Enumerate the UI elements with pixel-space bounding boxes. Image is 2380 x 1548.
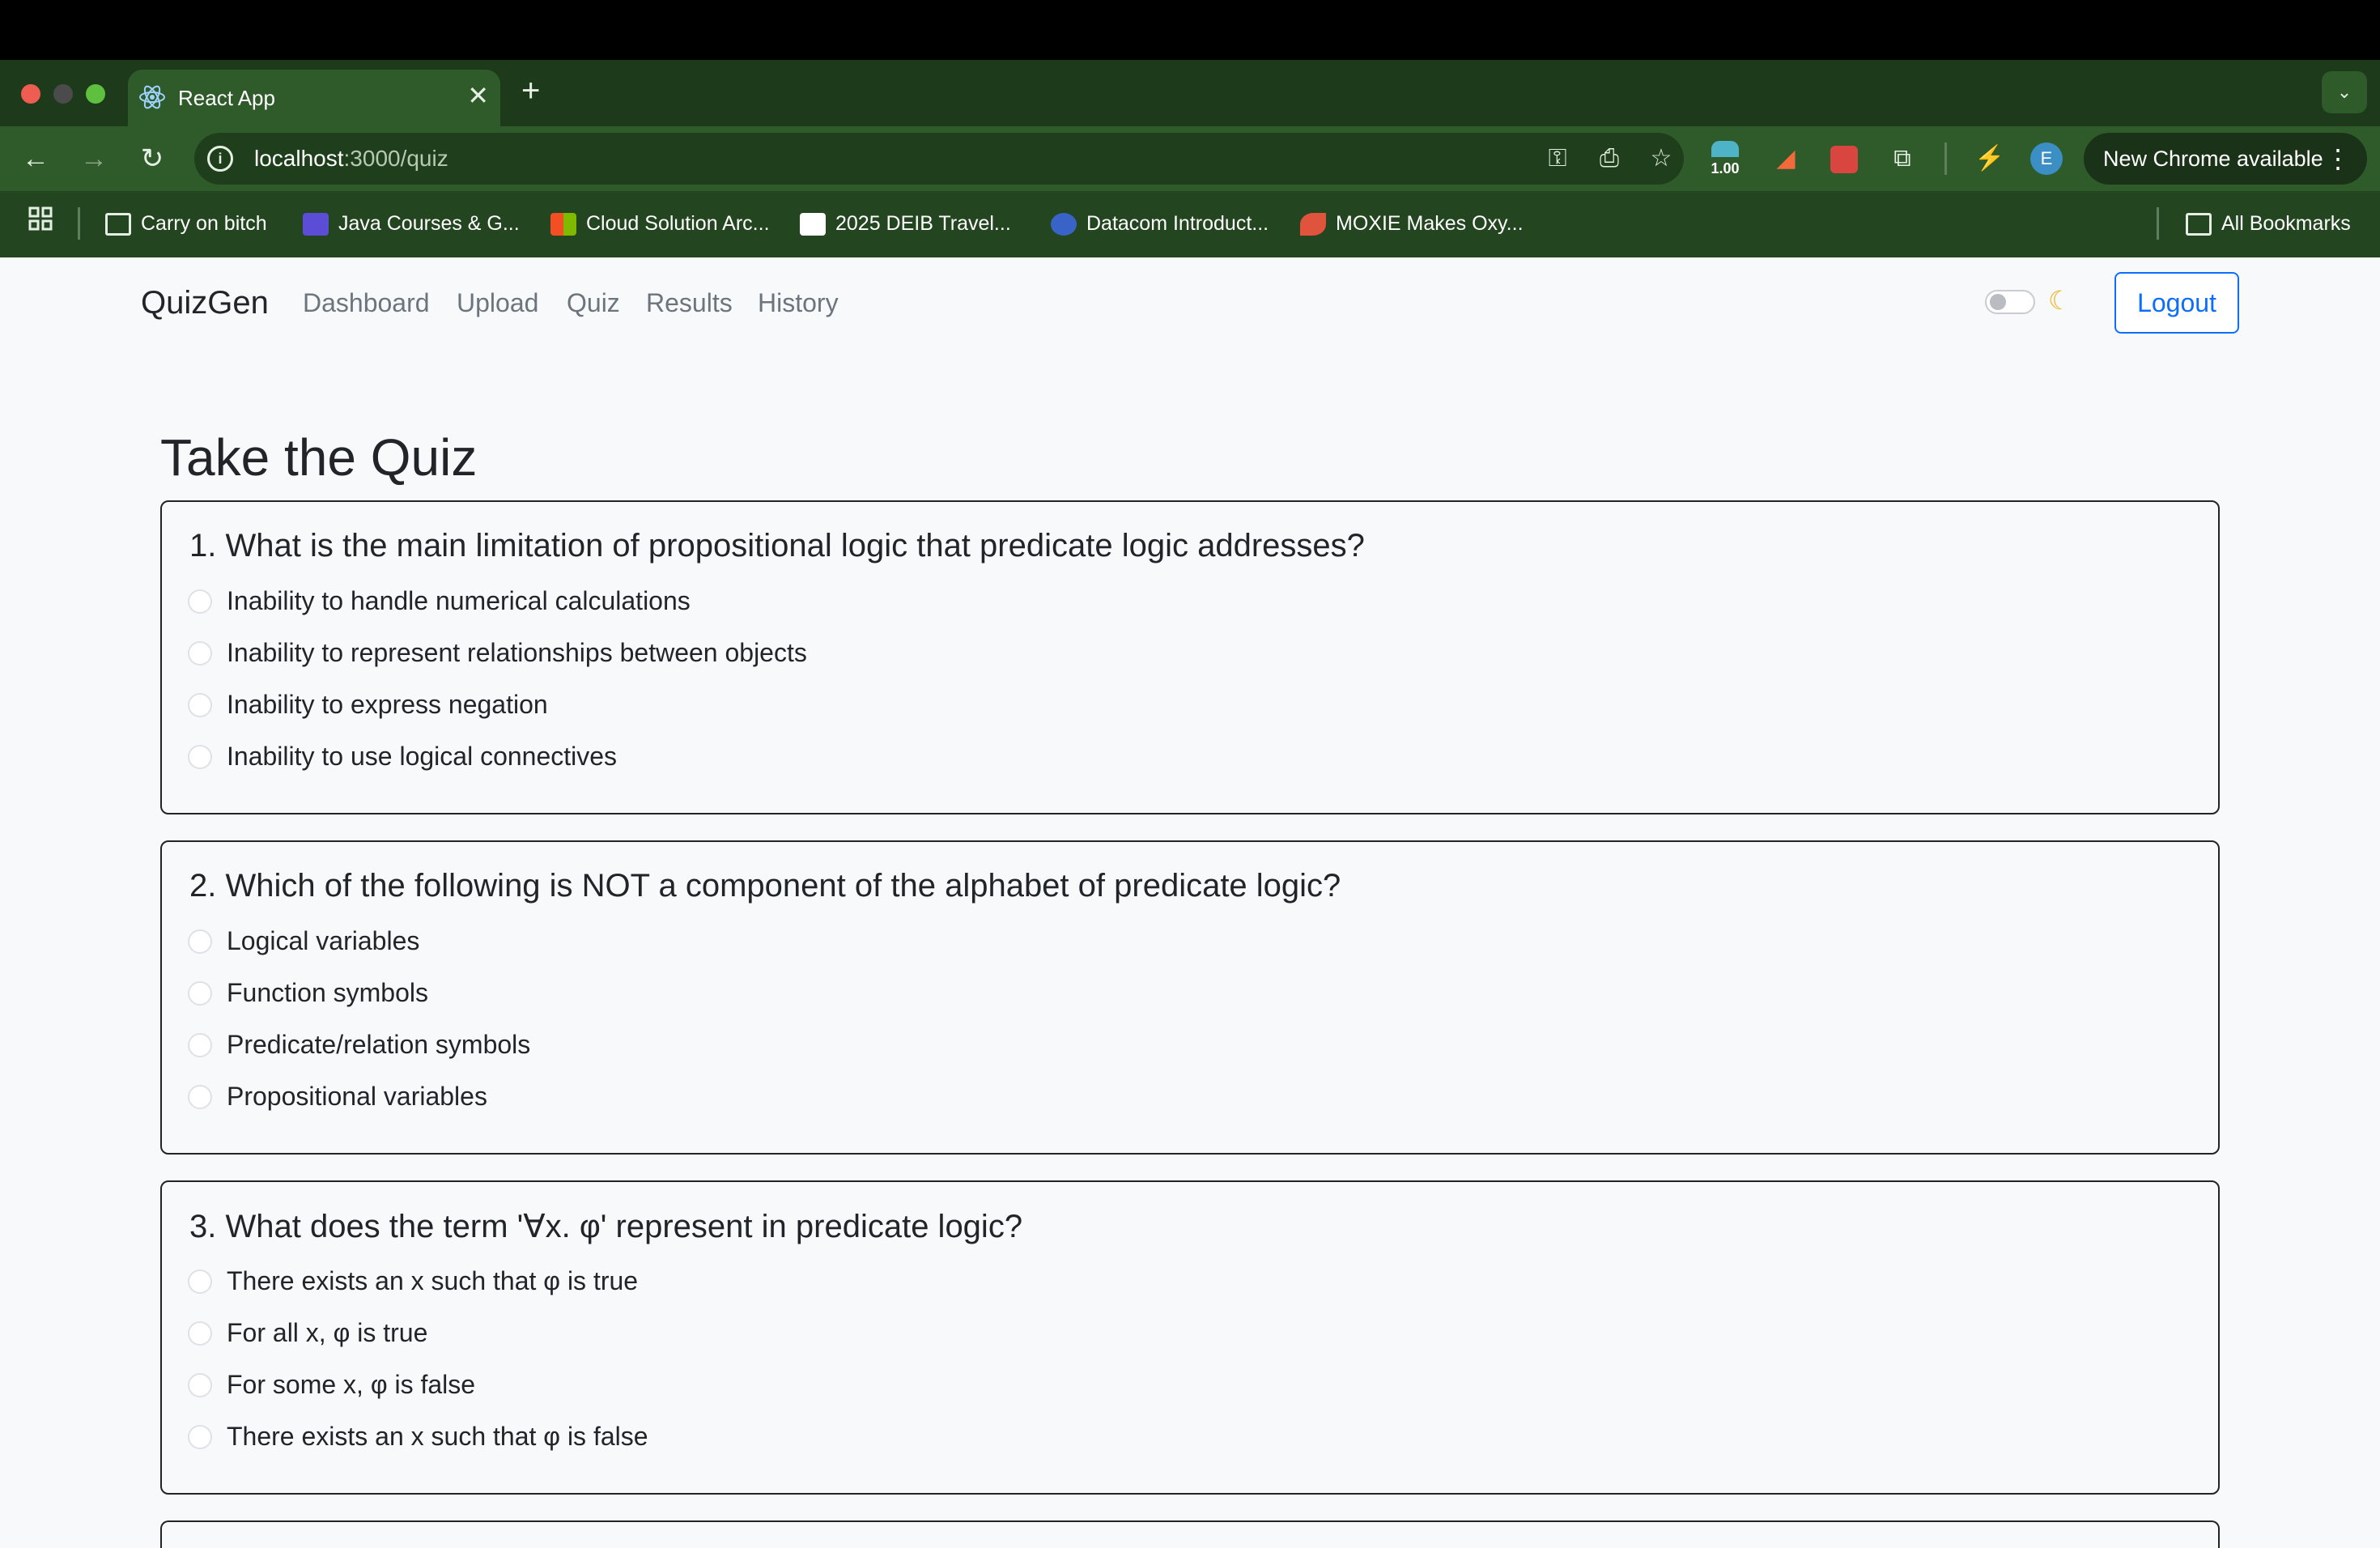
folder-icon [105, 213, 131, 236]
close-window-button[interactable] [21, 84, 40, 104]
question-card: 2. Which of the following is NOT a compo… [160, 840, 2220, 1155]
extension-counter-icon[interactable]: 1.00 [1706, 136, 1744, 181]
apps-grid-icon[interactable] [28, 206, 53, 238]
question-card: 1. What is the main limitation of propos… [160, 500, 2220, 814]
rocket-icon [1300, 213, 1326, 236]
close-tab-icon[interactable]: ✕ [467, 81, 489, 110]
toolbar: ← → ↻ i localhost:3000/quiz ⚿ ⎙ ☆ 1.00 ◢… [0, 126, 2380, 191]
bookmark-item[interactable]: Datacom Introduct... [1051, 207, 1269, 240]
radio-button[interactable] [188, 745, 212, 769]
bookmark-item[interactable]: Java Courses & G... [303, 207, 520, 240]
radio-button[interactable] [188, 1425, 212, 1449]
radio-button[interactable] [188, 981, 212, 1006]
microsoft-icon [550, 213, 576, 236]
folder-icon [2186, 213, 2212, 236]
bookmarks-bar: Carry on bitch Java Courses & G... Cloud… [0, 191, 2380, 257]
question-card: 3. What does the term '∀x. φ' represent … [160, 1180, 2220, 1495]
install-app-icon[interactable]: ⎙ [1593, 142, 1626, 175]
maximize-window-button[interactable] [86, 84, 105, 104]
bookmarks-divider [78, 207, 80, 240]
logout-button[interactable]: Logout [2114, 272, 2239, 334]
radio-button[interactable] [188, 1085, 212, 1109]
bookmark-item[interactable]: MOXIE Makes Oxy... [1300, 207, 1524, 240]
profile-avatar[interactable]: E [2030, 142, 2063, 175]
site-info-icon[interactable]: i [207, 146, 233, 172]
moon-icon: ☾ [2048, 286, 2072, 315]
password-key-icon[interactable]: ⚿ [1541, 142, 1574, 175]
question-text: 1. What is the main limitation of propos… [189, 528, 1365, 563]
extensions-puzzle-icon[interactable]: ⧉ [1883, 139, 1922, 178]
doc-icon [800, 213, 826, 236]
nav-link-history[interactable]: History [758, 288, 839, 318]
bookmark-item[interactable]: Cloud Solution Arc... [550, 207, 770, 240]
extension-red-icon[interactable] [1825, 139, 1864, 178]
browser-tab[interactable]: React App ✕ [128, 70, 500, 126]
more-menu-icon[interactable]: ⋮ [2325, 133, 2351, 185]
forward-arrow-icon[interactable]: → [74, 139, 113, 178]
question-text: 2. Which of the following is NOT a compo… [189, 868, 1341, 904]
page-title: Take the Quiz [160, 428, 478, 487]
radio-button[interactable] [188, 1321, 212, 1346]
nav-link-results[interactable]: Results [646, 288, 733, 318]
bookmark-star-icon[interactable]: ☆ [1645, 142, 1677, 175]
url-text[interactable]: localhost:3000/quiz [254, 146, 448, 172]
radio-button[interactable] [188, 641, 212, 666]
page-content: QuizGen Dashboard Upload Quiz Results Hi… [0, 257, 2380, 1548]
radio-button[interactable] [188, 1269, 212, 1294]
nav-link-upload[interactable]: Upload [457, 288, 538, 318]
theme-toggle[interactable] [1985, 290, 2035, 314]
app-brand[interactable]: QuizGen [141, 285, 269, 321]
chrome-update-button[interactable]: New Chrome available ⋮ [2084, 133, 2367, 185]
radio-button[interactable] [188, 589, 212, 614]
radio-button[interactable] [188, 693, 212, 717]
tab-title: React App [178, 86, 275, 110]
question-card [160, 1520, 2220, 1548]
radio-button[interactable] [188, 1033, 212, 1057]
question-text: 3. What does the term '∀x. φ' represent … [189, 1209, 1023, 1244]
nav-link-quiz[interactable]: Quiz [567, 288, 620, 318]
datacom-icon [1051, 213, 1077, 236]
extension-megaphone-icon[interactable]: ◢ [1766, 139, 1805, 178]
minimize-window-button[interactable] [53, 84, 73, 104]
tab-strip: React App ✕ + ⌄ [0, 60, 2380, 126]
nav-link-dashboard[interactable]: Dashboard [303, 288, 430, 318]
bookmark-item[interactable]: 2025 DEIB Travel... [800, 207, 1011, 240]
back-arrow-icon[interactable]: ← [16, 139, 55, 178]
address-bar[interactable]: i localhost:3000/quiz ⚿ ⎙ ☆ [194, 133, 1684, 185]
tab-search-chevron-icon[interactable]: ⌄ [2322, 71, 2367, 113]
toolbar-divider [1944, 142, 1947, 175]
react-icon [138, 83, 167, 112]
reload-icon[interactable]: ↻ [133, 139, 172, 178]
system-top-bar [0, 0, 2380, 60]
all-bookmarks[interactable]: All Bookmarks [2186, 207, 2351, 240]
bookmarks-divider [2157, 207, 2159, 240]
performance-icon[interactable]: ⚡ [1970, 139, 2009, 178]
bookmark-item[interactable]: Carry on bitch [105, 207, 267, 240]
browser-chrome: React App ✕ + ⌄ ← → ↻ i localhost:3000/q… [0, 60, 2380, 257]
radio-button[interactable] [188, 1373, 212, 1397]
terminal-icon [303, 213, 329, 236]
radio-button[interactable] [188, 929, 212, 954]
new-tab-icon[interactable]: + [521, 73, 540, 108]
